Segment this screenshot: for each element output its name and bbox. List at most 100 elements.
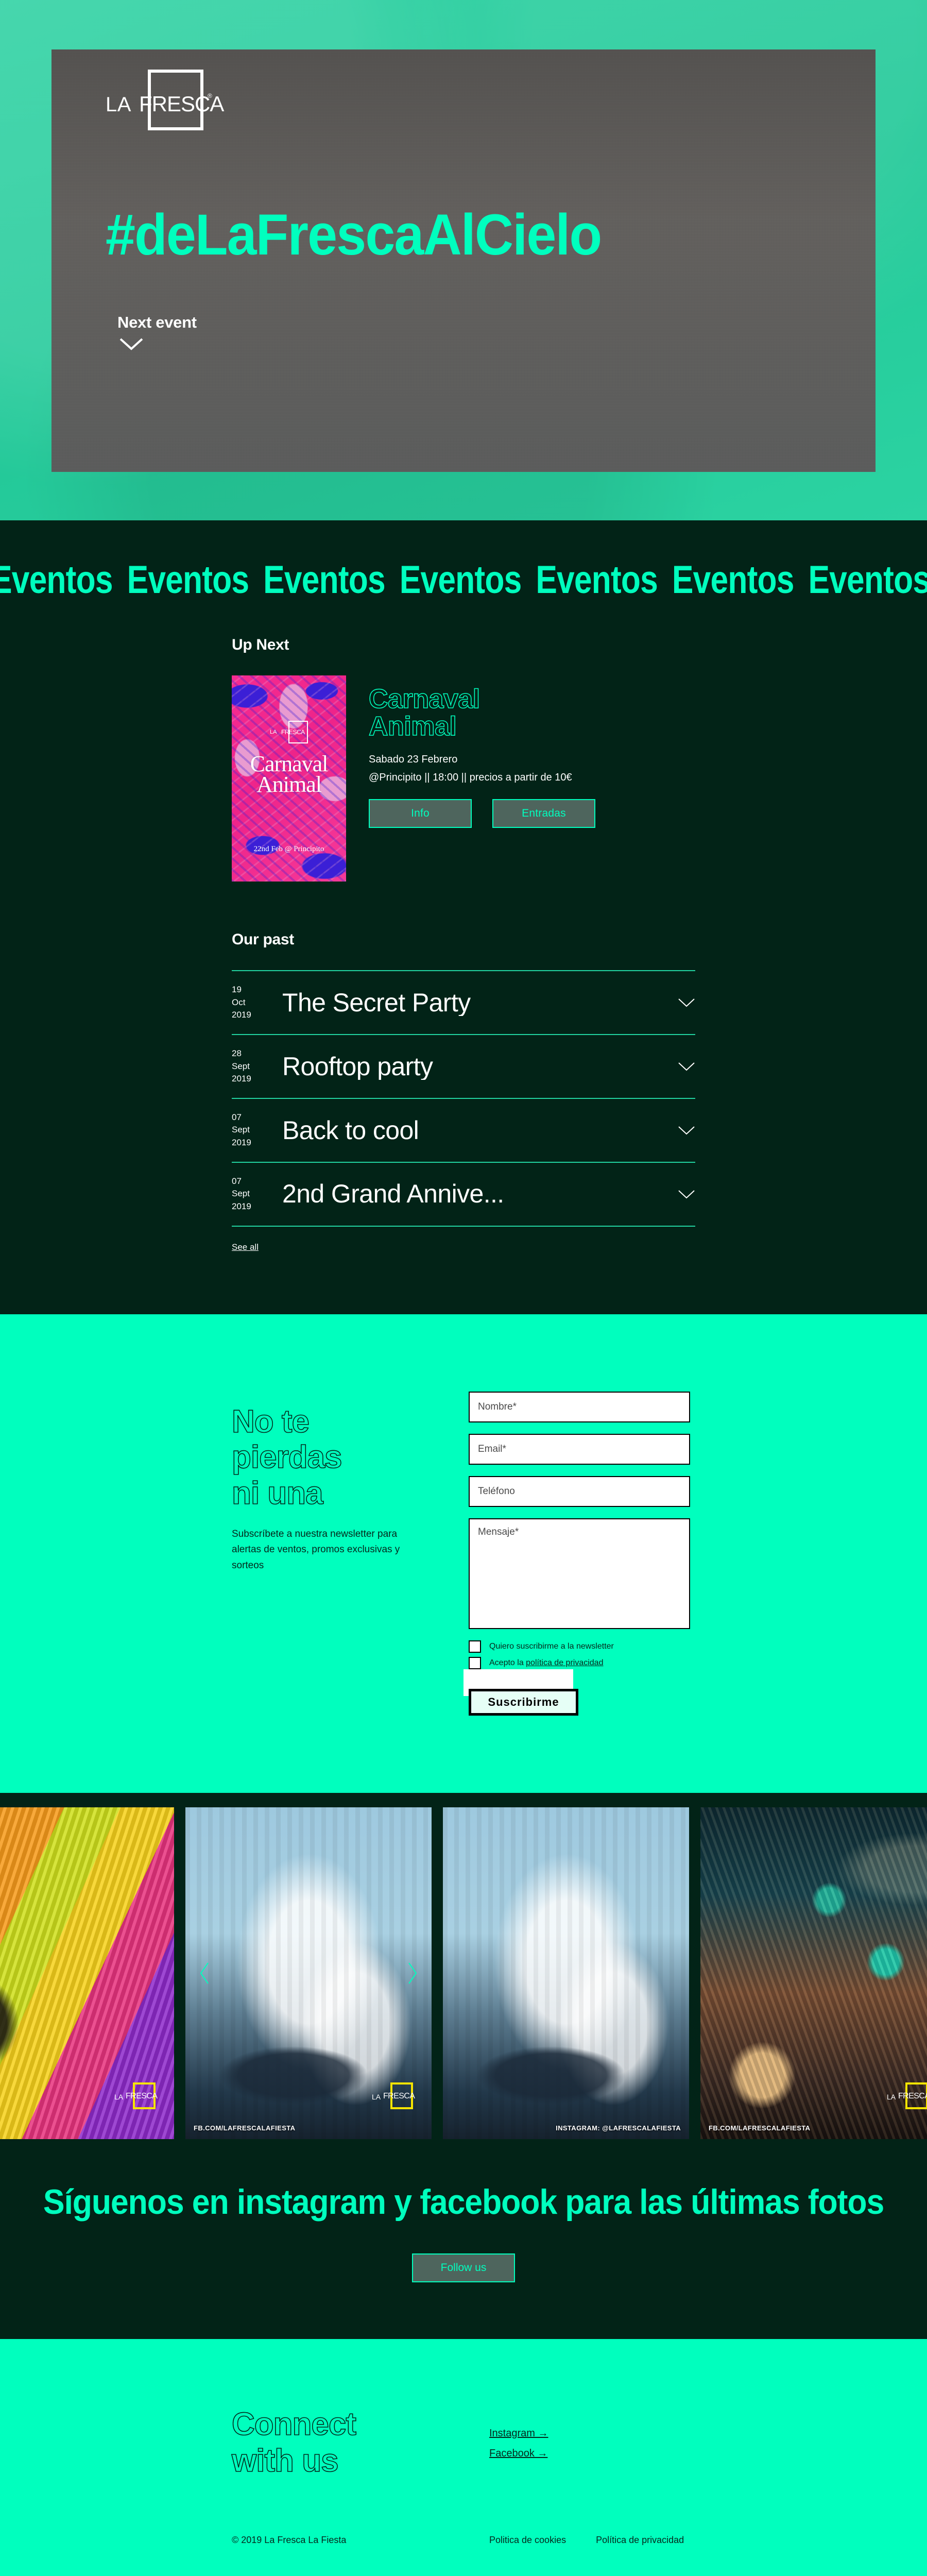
privacy-policy-link[interactable]: Política de privacidad <box>596 2535 684 2546</box>
newsletter-title: No te pierdas ni una <box>231 1403 342 1511</box>
past-event-row[interactable]: 19 Oct 2019 The Secret Party <box>232 970 695 1034</box>
up-next-details: Carnaval Animal Sabado 23 Febrero @Princ… <box>368 675 695 828</box>
event-poster[interactable]: LA FRESCA Carnaval Animal 22nd Feb @ Pri… <box>232 675 346 882</box>
events-section: Up Next LA FRESCA Carnaval Animal 22nd F… <box>0 636 927 1314</box>
newsletter-checkbox[interactable] <box>469 1640 481 1653</box>
watermark-la: LA <box>114 2092 124 2101</box>
name-input[interactable] <box>469 1391 690 1422</box>
past-event-month: Oct <box>232 997 246 1007</box>
past-event-date: 19 Oct 2019 <box>232 984 264 1022</box>
privacy-checkbox[interactable] <box>469 1656 481 1669</box>
gallery-item[interactable]: LA FRESCA <box>0 1807 174 2139</box>
info-button[interactable]: Info <box>369 799 472 828</box>
past-event-name: Rooftop party <box>282 1053 433 1080</box>
newsletter-consent-label: Quiero suscribirme a la newsletter <box>489 1641 614 1651</box>
past-event-name: The Secret Party <box>282 989 471 1016</box>
follow-us-button[interactable]: Follow us <box>412 2253 515 2282</box>
watermark-la: LA <box>887 2092 896 2101</box>
past-event-day: 19 <box>232 985 242 994</box>
newsletter-subtitle: Subscríbete a nuestra newsletter para al… <box>232 1529 400 1571</box>
chevron-right-icon[interactable] <box>407 1961 418 1985</box>
chevron-down-icon[interactable] <box>678 1125 695 1136</box>
marquee-word: Eventos <box>672 558 795 602</box>
newsletter-consent-row: Quiero suscribirme a la newsletter <box>469 1640 690 1653</box>
hero-headline: #deLaFrescaAlCielo <box>106 202 602 267</box>
gallery-track[interactable]: LA FRESCA LA FRESCA FB.COM/LAFRESCALAFIESTA I… <box>0 1807 927 2139</box>
marquee-word: Eventos <box>0 558 113 602</box>
privacy-policy-link[interactable]: política de privacidad <box>526 1658 603 1667</box>
poster-subtitle: 22nd Feb @ Principito <box>253 845 324 853</box>
our-past-heading: Our past <box>232 931 294 948</box>
marquee-row: Eventos Eventos Eventos Eventos Eventos Event… <box>0 557 927 602</box>
photo-gallery: LA FRESCA LA FRESCA FB.COM/LAFRESCALAFIESTA I… <box>0 1792 927 2154</box>
see-all-link[interactable]: See all <box>232 1242 259 1252</box>
gallery-caption: FB.COM/LAFRESCALAFIESTA <box>709 2124 811 2132</box>
past-event-name: Back to cool <box>282 1116 419 1144</box>
marquee-word: Eventos <box>127 558 250 602</box>
next-event-label: Next event <box>117 313 197 331</box>
chevron-left-icon[interactable] <box>199 1961 210 1985</box>
past-event-row[interactable]: 07 Sept 2019 Back to cool <box>232 1097 695 1162</box>
message-input[interactable] <box>469 1518 690 1629</box>
site-logo[interactable]: LA FRESCA ® <box>106 70 224 130</box>
chevron-down-icon[interactable] <box>678 997 695 1008</box>
past-event-row[interactable]: 07 Sept 2019 2nd Grand Annive... <box>232 1161 695 1227</box>
past-event-year: 2019 <box>232 1138 251 1148</box>
up-next-title: Carnaval Animal <box>368 684 480 742</box>
past-event-year: 2019 <box>232 1074 251 1084</box>
newsletter-copy: No te pierdas ni una Subscríbete a nuest… <box>231 1392 448 1573</box>
footer-link[interactable]: Facebook → <box>489 2448 548 2460</box>
gallery-caption: INSTAGRAM: @LAFRESCALAFIESTA <box>556 2124 681 2132</box>
up-next-meta: @Principito || 18:00 || precios a partir… <box>369 772 572 784</box>
past-event-name: 2nd Grand Annive... <box>282 1180 504 1208</box>
newsletter-section: No te pierdas ni una Subscríbete a nuest… <box>0 1314 927 1793</box>
logo-registered-icon: ® <box>208 92 212 99</box>
gallery-item[interactable]: LA FRESCA FB.COM/LAFRESCALAFIESTA <box>700 1807 927 2139</box>
privacy-consent-label: Acepto la política de privacidad <box>489 1658 603 1668</box>
footer-link[interactable]: Instagram → <box>489 2428 548 2439</box>
newsletter-form: Quiero suscribirme a la newsletter Acept… <box>464 1391 690 1716</box>
gallery-watermark-logo: LA FRESCA <box>114 2082 158 2109</box>
entradas-button[interactable]: Entradas <box>492 799 595 828</box>
chevron-down-icon[interactable] <box>678 1061 695 1072</box>
gallery-item[interactable]: LA FRESCA FB.COM/LAFRESCALAFIESTA <box>185 1807 432 2139</box>
submit-wrap: Suscribirme <box>464 1669 588 1716</box>
past-event-date: 28 Sept 2019 <box>232 1047 264 1086</box>
chevron-down-icon[interactable] <box>119 337 143 351</box>
privacy-consent-row: Acepto la política de privacidad <box>469 1656 690 1669</box>
past-event-year: 2019 <box>232 1201 251 1212</box>
gallery-item[interactable]: INSTAGRAM: @LAFRESCALAFIESTA <box>443 1807 689 2139</box>
email-input[interactable] <box>469 1433 690 1465</box>
poster-logo-la: LA <box>270 729 277 735</box>
social-cta-section: Síguenos en instagram y facebook para la… <box>0 2153 927 2339</box>
chevron-down-icon[interactable] <box>678 1189 695 1199</box>
past-event-month: Sept <box>232 1125 250 1135</box>
past-event-year: 2019 <box>232 1010 251 1020</box>
marquee-word: Eventos <box>536 558 658 602</box>
past-event-day: 07 <box>232 1112 242 1122</box>
social-cta-headline: Síguenos en instagram y facebook para la… <box>43 2182 884 2222</box>
past-event-month: Sept <box>232 1189 250 1199</box>
watermark-fresca: FRESCA <box>898 2091 927 2100</box>
phone-input[interactable] <box>469 1476 690 1507</box>
marquee-word: Eventos <box>808 558 927 602</box>
past-event-day: 07 <box>232 1176 242 1186</box>
cookies-policy-link[interactable]: Politica de cookies <box>489 2535 566 2546</box>
eventos-marquee: Eventos Eventos Eventos Eventos Eventos Event… <box>0 520 927 636</box>
watermark-la: LA <box>372 2092 381 2101</box>
logo-text-la: LA <box>106 93 131 116</box>
poster-title: Carnaval Animal <box>250 751 329 798</box>
marquee-word: Eventos <box>263 558 386 602</box>
past-events-list: 19 Oct 2019 The Secret Party 28 Sept 2019 Rooft… <box>232 970 695 1227</box>
footer-bottom: © 2019 La Fresca La Fiesta Politica de c… <box>232 2535 814 2546</box>
watermark-fresca: FRESCA <box>126 2091 158 2100</box>
up-next-actions: Info Entradas <box>369 799 695 828</box>
past-event-date: 07 Sept 2019 <box>232 1175 264 1213</box>
up-next-card: LA FRESCA Carnaval Animal 22nd Feb @ Pri… <box>232 675 695 882</box>
hero-section: LA FRESCA ® #deLaFrescaAlCielo Next even… <box>0 0 927 520</box>
past-event-row[interactable]: 28 Sept 2019 Rooftop party <box>232 1033 695 1098</box>
marquee-word: Eventos <box>399 558 522 602</box>
site-footer: Connect with us Instagram → Facebook → © … <box>0 2338 927 2576</box>
privacy-prefix: Acepto la <box>489 1658 526 1667</box>
subscribe-button[interactable]: Suscribirme <box>469 1688 578 1716</box>
